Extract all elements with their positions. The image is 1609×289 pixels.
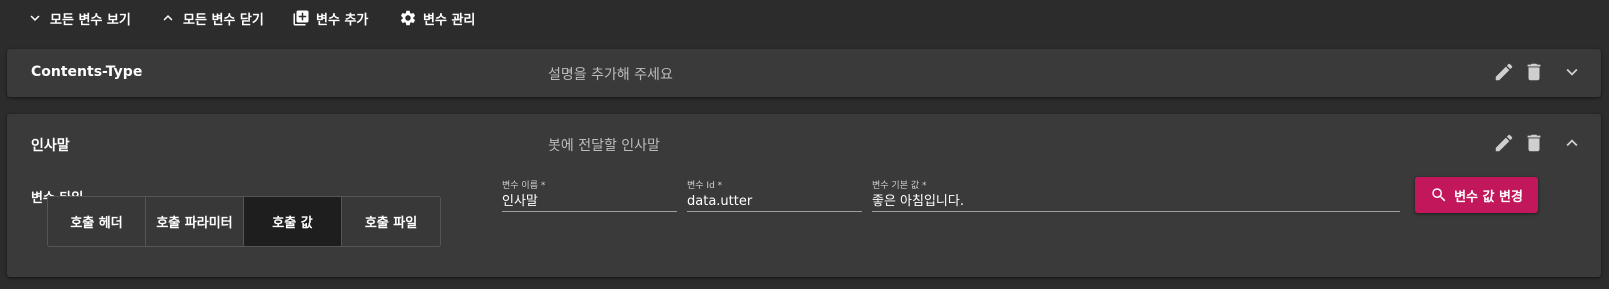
variable-description: 설명을 추가해 주세요 bbox=[548, 67, 673, 83]
chevron-down-icon bbox=[30, 15, 40, 21]
chevron-down-icon[interactable] bbox=[1561, 61, 1583, 83]
panel-actions bbox=[1493, 61, 1583, 83]
type-option-file[interactable]: 호출 파일 bbox=[342, 197, 440, 246]
type-option-parameter[interactable]: 호출 파라미터 bbox=[146, 197, 244, 246]
add-variable-button[interactable]: 변수 추가 bbox=[292, 6, 368, 30]
variable-default-label: 변수 기본 값 * bbox=[872, 181, 927, 191]
search-icon bbox=[1432, 188, 1446, 202]
trash-icon[interactable] bbox=[1523, 132, 1545, 154]
change-value-label: 변수 값 변경 bbox=[1454, 189, 1523, 205]
variable-id-field: 변수 Id * data.utter bbox=[687, 178, 862, 212]
variable-default-field: 변수 기본 값 * 좋은 아침입니다. bbox=[872, 178, 1400, 212]
expand-all-label: 모든 변수 보기 bbox=[50, 12, 131, 28]
gear-icon bbox=[400, 10, 416, 26]
add-box-icon bbox=[293, 10, 309, 26]
variable-name-field: 변수 이름 * 인사말 bbox=[502, 178, 677, 212]
expand-all-button[interactable]: 모든 변수 보기 bbox=[26, 6, 131, 30]
variable-id-input[interactable]: data.utter bbox=[687, 192, 862, 212]
manage-variables-label: 변수 관리 bbox=[423, 12, 476, 28]
variable-default-input[interactable]: 좋은 아침입니다. bbox=[872, 192, 1400, 212]
collapse-all-label: 모든 변수 닫기 bbox=[183, 12, 264, 28]
variable-panel-greeting: 인사말 봇에 전달할 인사말 변수 타입 호출 헤더 호출 파라미터 호출 값 … bbox=[7, 114, 1601, 277]
chevron-up-icon bbox=[163, 15, 173, 21]
type-option-header[interactable]: 호출 헤더 bbox=[48, 197, 146, 246]
chevron-up-icon[interactable] bbox=[1561, 132, 1583, 154]
variable-name: 인사말 bbox=[31, 138, 70, 154]
panel-actions bbox=[1493, 132, 1583, 154]
type-option-value[interactable]: 호출 값 bbox=[244, 197, 342, 246]
variable-name-input[interactable]: 인사말 bbox=[502, 192, 677, 212]
variable-panel-contents-type[interactable]: Contents-Type 설명을 추가해 주세요 bbox=[7, 49, 1601, 97]
change-value-button[interactable]: 변수 값 변경 bbox=[1415, 177, 1538, 213]
manage-variables-button[interactable]: 변수 관리 bbox=[399, 6, 475, 30]
variable-id-label: 변수 Id * bbox=[687, 181, 723, 191]
variable-name-label: 변수 이름 * bbox=[502, 181, 546, 191]
add-variable-label: 변수 추가 bbox=[316, 12, 369, 28]
pencil-icon[interactable] bbox=[1493, 132, 1515, 154]
variables-toolbar: 모든 변수 보기 모든 변수 닫기 변수 추가 변수 관리 bbox=[0, 0, 1609, 36]
variable-description: 봇에 전달할 인사말 bbox=[548, 138, 660, 154]
collapse-all-button[interactable]: 모든 변수 닫기 bbox=[159, 6, 264, 30]
trash-icon[interactable] bbox=[1523, 61, 1545, 83]
variable-type-toggle: 호출 헤더 호출 파라미터 호출 값 호출 파일 bbox=[47, 196, 441, 247]
variable-name: Contents-Type bbox=[31, 64, 143, 80]
pencil-icon[interactable] bbox=[1493, 61, 1515, 83]
